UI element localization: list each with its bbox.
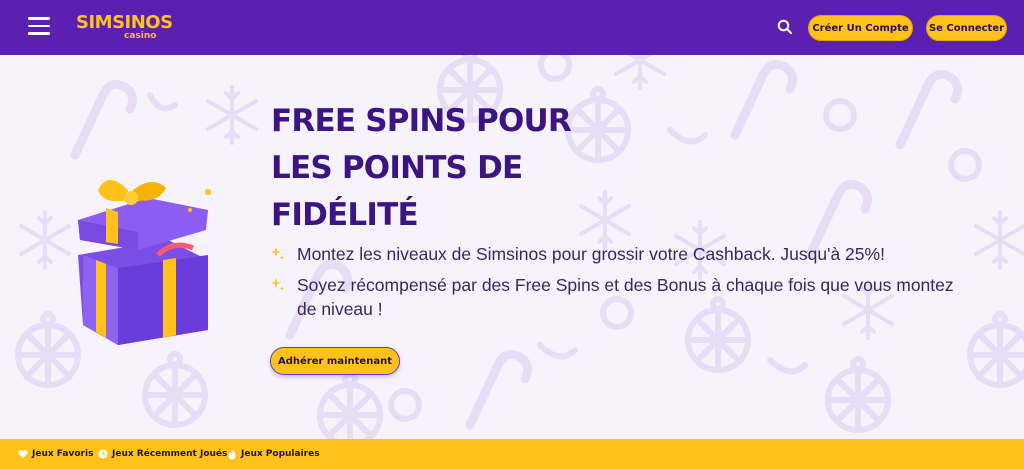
simsinos-logo[interactable]: SIMSINOS casino [76,13,182,43]
logo-subtitle: casino [124,31,157,41]
quick-links-bar: Jeux Favoris Jeux Récemment Joués Jeux P… [0,439,1024,469]
fire-icon [228,449,236,459]
favorite-games-label: Jeux Favoris [32,449,94,459]
recently-played-link[interactable]: Jeux Récemment Joués [98,446,227,462]
search-icon[interactable] [777,19,795,37]
hero-title: FREE SPINS POUR LES POINTS DE FIDÉLITÉ [271,98,601,239]
sparkle-icon [271,278,285,291]
recently-played-label: Jeux Récemment Joués [112,449,228,459]
clock-icon [98,449,108,459]
logo-wordmark: SIMSINOS [76,12,173,33]
hero-title-line-2: LES POINTS DE [271,150,523,186]
hamburger-menu-icon[interactable] [28,17,50,37]
favorite-games-link[interactable]: Jeux Favoris [18,446,93,462]
sparkle-icon [271,247,285,260]
benefit-text-free-spins: Soyez récompensé par des Free Spins et d… [297,275,954,319]
gift-box-illustration [58,170,228,350]
popular-games-label: Jeux Populaires [241,449,320,459]
top-nav-bar: SIMSINOS casino Créer Un Compte Se Conne… [0,0,1024,55]
login-button[interactable]: Se Connecter [926,15,1007,41]
popular-games-link[interactable]: Jeux Populaires [227,446,320,462]
hero-title-line-3: FIDÉLITÉ [271,197,419,233]
heart-icon [18,450,28,458]
join-now-button[interactable]: Adhérer maintenant [270,347,400,375]
create-account-button[interactable]: Créer Un Compte [808,15,913,41]
hero-title-line-1: FREE SPINS POUR [271,103,572,139]
benefit-text-cashback: Montez les niveaux de Simsinos pour gros… [297,244,885,264]
